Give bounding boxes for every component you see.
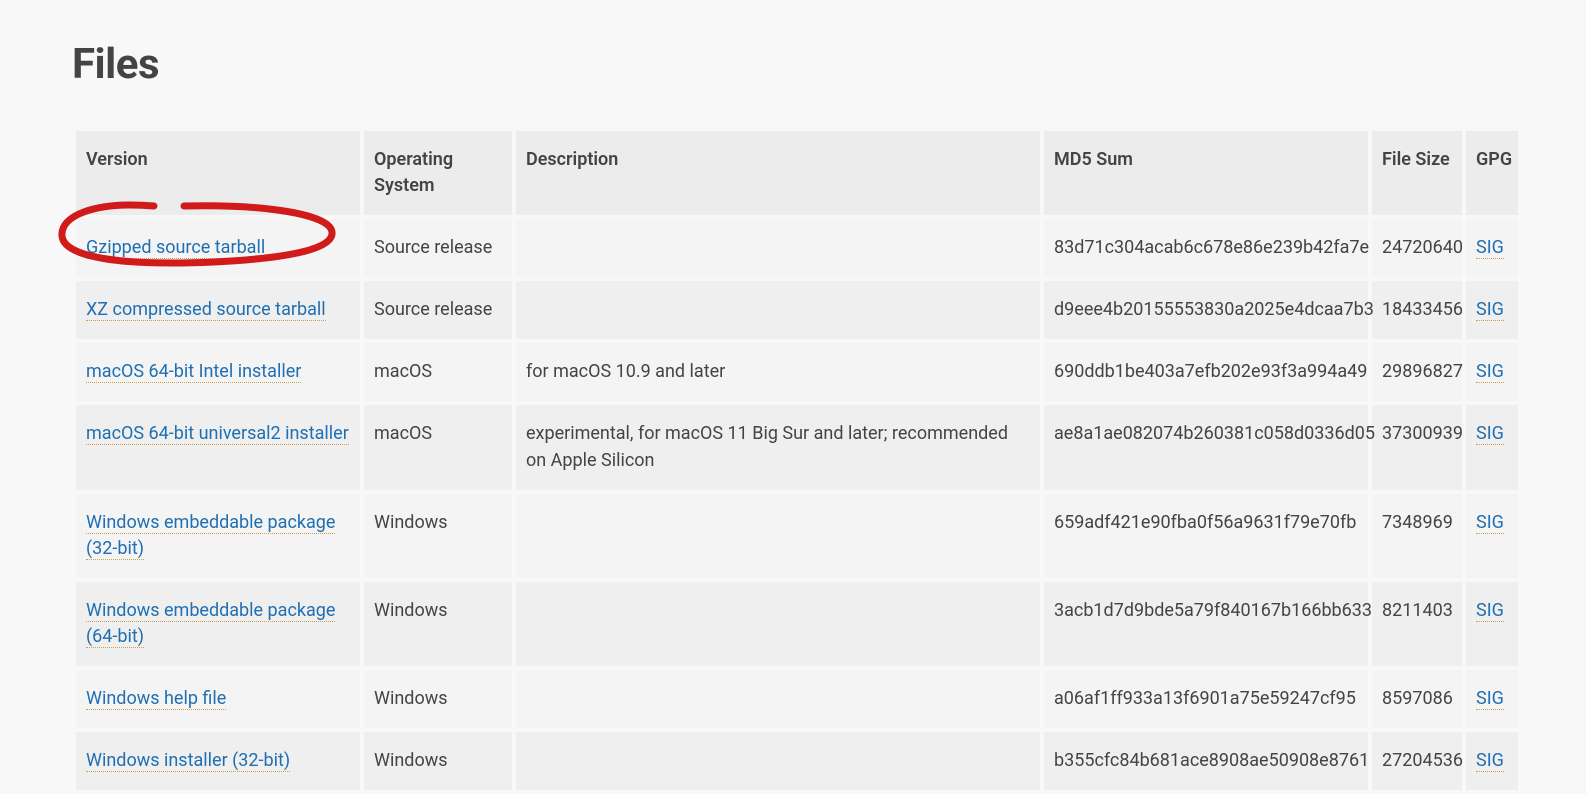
page-title: Files bbox=[72, 40, 1514, 89]
download-link[interactable]: macOS 64-bit universal2 installer bbox=[86, 423, 349, 445]
sig-link[interactable]: SIG bbox=[1476, 512, 1504, 534]
cell-os: Windows bbox=[364, 494, 512, 578]
download-link[interactable]: XZ compressed source tarball bbox=[86, 299, 326, 321]
sig-link[interactable]: SIG bbox=[1476, 750, 1504, 772]
cell-size: 29896827 bbox=[1372, 343, 1462, 401]
cell-description: for macOS 10.9 and later bbox=[516, 343, 1040, 401]
table-row: Windows embeddable package (32-bit) Wind… bbox=[76, 494, 1518, 578]
sig-link[interactable]: SIG bbox=[1476, 688, 1504, 710]
cell-size: 24720640 bbox=[1372, 219, 1462, 277]
sig-link[interactable]: SIG bbox=[1476, 299, 1504, 321]
files-table: Version Operating System Description MD5… bbox=[72, 127, 1522, 794]
col-filesize: File Size bbox=[1372, 131, 1462, 215]
download-link[interactable]: Windows installer (32-bit) bbox=[86, 750, 290, 772]
cell-os: macOS bbox=[364, 343, 512, 401]
cell-size: 8211403 bbox=[1372, 582, 1462, 666]
cell-description bbox=[516, 494, 1040, 578]
download-link[interactable]: Windows help file bbox=[86, 688, 226, 710]
cell-os: macOS bbox=[364, 405, 512, 489]
sig-link[interactable]: SIG bbox=[1476, 237, 1504, 259]
download-link[interactable]: Windows embeddable package (32-bit) bbox=[86, 512, 335, 560]
cell-size: 8597086 bbox=[1372, 670, 1462, 728]
cell-os: Windows bbox=[364, 582, 512, 666]
cell-md5: 83d71c304acab6c678e86e239b42fa7e bbox=[1044, 219, 1368, 277]
cell-description: experimental, for macOS 11 Big Sur and l… bbox=[516, 405, 1040, 489]
download-link[interactable]: macOS 64-bit Intel installer bbox=[86, 361, 301, 383]
cell-size: 18433456 bbox=[1372, 281, 1462, 339]
col-os: Operating System bbox=[364, 131, 512, 215]
sig-link[interactable]: SIG bbox=[1476, 361, 1504, 383]
cell-os: Source release bbox=[364, 219, 512, 277]
cell-md5: d9eee4b20155553830a2025e4dcaa7b3 bbox=[1044, 281, 1368, 339]
table-row: macOS 64-bit Intel installer macOS for m… bbox=[76, 343, 1518, 401]
sig-link[interactable]: SIG bbox=[1476, 423, 1504, 445]
cell-description bbox=[516, 582, 1040, 666]
cell-os: Source release bbox=[364, 281, 512, 339]
table-row: XZ compressed source tarball Source rele… bbox=[76, 281, 1518, 339]
cell-description bbox=[516, 732, 1040, 790]
table-row: macOS 64-bit universal2 installer macOS … bbox=[76, 405, 1518, 489]
table-row: Windows embeddable package (64-bit) Wind… bbox=[76, 582, 1518, 666]
cell-description bbox=[516, 219, 1040, 277]
table-row: Windows installer (32-bit) Windows b355c… bbox=[76, 732, 1518, 790]
cell-size: 37300939 bbox=[1372, 405, 1462, 489]
cell-description bbox=[516, 670, 1040, 728]
cell-os: Windows bbox=[364, 732, 512, 790]
download-link[interactable]: Windows embeddable package (64-bit) bbox=[86, 600, 335, 648]
cell-size: 27204536 bbox=[1372, 732, 1462, 790]
cell-size: 7348969 bbox=[1372, 494, 1462, 578]
cell-md5: 690ddb1be403a7efb202e93f3a994a49 bbox=[1044, 343, 1368, 401]
col-version: Version bbox=[76, 131, 360, 215]
cell-md5: ae8a1ae082074b260381c058d0336d05 bbox=[1044, 405, 1368, 489]
col-md5: MD5 Sum bbox=[1044, 131, 1368, 215]
table-row: Windows help file Windows a06af1ff933a13… bbox=[76, 670, 1518, 728]
table-header-row: Version Operating System Description MD5… bbox=[76, 131, 1518, 215]
sig-link[interactable]: SIG bbox=[1476, 600, 1504, 622]
download-link[interactable]: Gzipped source tarball bbox=[86, 237, 265, 259]
cell-md5: b355cfc84b681ace8908ae50908e8761 bbox=[1044, 732, 1368, 790]
col-description: Description bbox=[516, 131, 1040, 215]
table-row: Gzipped source tarball Source release 83… bbox=[76, 219, 1518, 277]
cell-md5: a06af1ff933a13f6901a75e59247cf95 bbox=[1044, 670, 1368, 728]
col-gpg: GPG bbox=[1466, 131, 1518, 215]
cell-os: Windows bbox=[364, 670, 512, 728]
cell-description bbox=[516, 281, 1040, 339]
cell-md5: 659adf421e90fba0f56a9631f79e70fb bbox=[1044, 494, 1368, 578]
cell-md5: 3acb1d7d9bde5a79f840167b166bb633 bbox=[1044, 582, 1368, 666]
